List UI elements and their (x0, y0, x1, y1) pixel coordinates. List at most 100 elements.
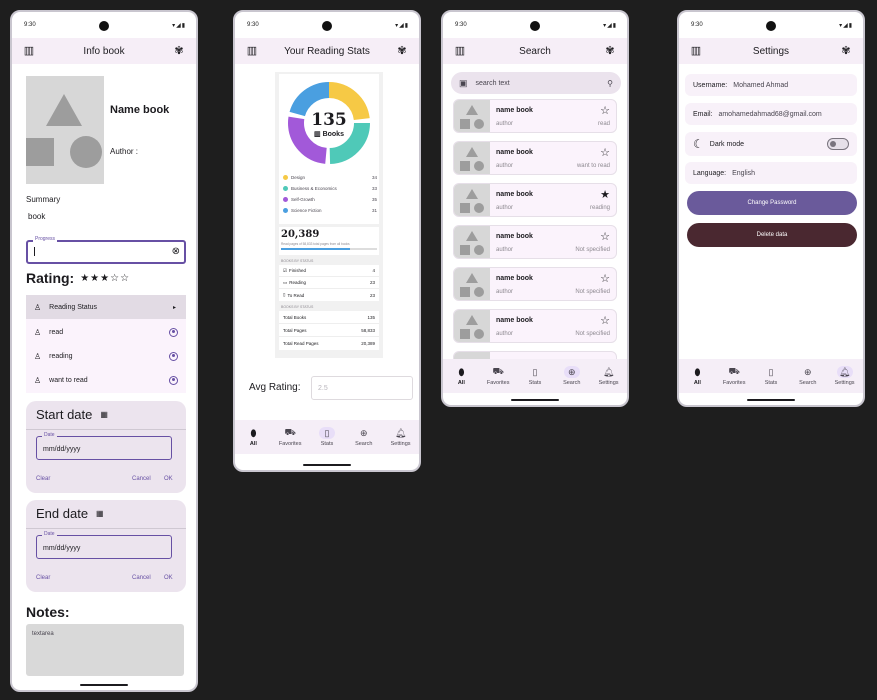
start-date-header: Start date ▦ (36, 407, 108, 422)
star-icon[interactable]: ☆ (600, 146, 610, 159)
clear-button[interactable]: Clear (36, 476, 50, 482)
book-card[interactable]: name book author ☆ Not specified (453, 309, 617, 343)
end-date-input[interactable]: Date mm/dd/yyyy (36, 531, 172, 559)
progress-field[interactable]: Progress ⊗ (26, 236, 186, 264)
page-title: Settings (752, 45, 790, 57)
status-time: 9:30 (691, 22, 703, 28)
legend-value: 34 (371, 175, 377, 180)
star-icon[interactable]: ★ (600, 188, 610, 201)
thumb-square (460, 119, 470, 129)
avg-rating-input[interactable]: 2.5 (311, 376, 413, 400)
moon-icon: ☾ (693, 137, 704, 151)
nav-search[interactable]: ⊕ Search (555, 366, 589, 386)
nav-settings[interactable]: 🔔︎ Settings (384, 427, 418, 448)
book-card[interactable]: name book author ★ reading (453, 183, 617, 217)
signal-icons: ▾◢▮ (839, 23, 853, 29)
status-time: 9:30 (24, 22, 36, 28)
top-app-bar: ▥ Your Reading Stats ✾ (235, 38, 419, 64)
legend-value: 31 (371, 208, 377, 213)
option-want-to-read[interactable]: ♙ want to read (26, 373, 186, 387)
totals-header: BOOKS BY STATUS (281, 305, 314, 309)
end-date-title: End date (36, 506, 89, 521)
thumb-triangle (466, 147, 478, 157)
book-card[interactable]: name book author ☆ want to read (453, 141, 617, 175)
username-label: Username: (693, 81, 728, 89)
nav-favorites[interactable]: ⛟ Favorites (717, 366, 751, 386)
option-reading[interactable]: ♙ reading (26, 349, 186, 363)
rating-row: Rating: ★★★☆☆ (26, 270, 130, 286)
radio-icon[interactable] (169, 351, 178, 361)
butterfly-icon[interactable]: ✾ (839, 44, 853, 58)
radio-icon[interactable] (169, 375, 178, 385)
star-icon[interactable]: ☆ (600, 104, 610, 117)
pages-progress-fill (281, 248, 351, 250)
book-card[interactable]: name book author ☆ read (453, 99, 617, 133)
nav-stats[interactable]: ▯ Stats (518, 366, 552, 387)
page-title: Search (519, 45, 551, 57)
clear-button[interactable]: Clear (36, 575, 50, 581)
thumb-triangle (466, 189, 478, 199)
start-date-input[interactable]: Date mm/dd/yyyy (36, 432, 172, 460)
qr-scan-icon[interactable]: ▣ (459, 78, 468, 89)
nav-all[interactable]: ⬮ All (680, 366, 714, 387)
nav-stats[interactable]: ▯ Stats (754, 366, 788, 387)
nav-settings[interactable]: 🔔︎ Settings (828, 366, 862, 386)
reading-status-dropdown[interactable]: ♙ Reading Status ▸ (26, 295, 186, 319)
legend-item: Self-Growth 35 (283, 194, 377, 205)
book-card[interactable]: name book author ☆ Not specified (453, 225, 617, 259)
nav-favorites[interactable]: ⛟ Favorites (481, 366, 515, 386)
radio-icon[interactable] (169, 327, 178, 337)
book-icon[interactable]: ▥ (245, 44, 259, 58)
cancel-button[interactable]: Cancel (132, 575, 151, 581)
star-icon[interactable]: ☆ (600, 272, 610, 285)
book-thumbnail (454, 268, 490, 300)
butterfly-icon[interactable]: ✾ (172, 44, 186, 58)
change-password-button[interactable]: Change Password (687, 191, 857, 215)
book-icon[interactable]: ▥ (689, 44, 703, 58)
summary-label: Summary (26, 195, 61, 204)
search-icon[interactable]: ⚲ (607, 79, 613, 88)
nav-favorites[interactable]: ⛟ Favorites (273, 427, 307, 447)
calendar-icon[interactable]: ▦ (96, 509, 104, 518)
nav-all[interactable]: ⬮ All (444, 366, 478, 387)
rating-stars[interactable]: ★★★☆☆ (80, 273, 130, 284)
book-card[interactable]: name book author ☆ Not specified (453, 267, 617, 301)
thumb-circle (474, 287, 484, 297)
nav-settings[interactable]: 🔔︎ Settings (592, 366, 626, 387)
dark-mode-toggle[interactable] (827, 138, 849, 150)
bottom-navigation: ⬮ All ⛟ Favorites ▯ Stats ⊕ Search 🔔︎ Setting… (679, 359, 863, 393)
legend-item: Design 34 (283, 172, 377, 183)
nav-search[interactable]: ⊕ Search (791, 366, 825, 387)
book-icon[interactable]: ▥ (22, 44, 36, 58)
nav-stats[interactable]: ▯ Stats (310, 427, 344, 447)
legend-name: Design (291, 175, 306, 180)
nav-search[interactable]: ⊕ Search (347, 427, 381, 448)
status-row: ☑ Finished 4 (279, 265, 379, 277)
avg-rating-label: Avg Rating: (249, 382, 301, 393)
home-indicator (80, 684, 128, 686)
notes-textarea[interactable]: textarea (26, 624, 184, 676)
butterfly-icon[interactable]: ✾ (395, 44, 409, 58)
clear-circle-icon[interactable]: ⊗ (172, 246, 180, 257)
dark-mode-row: ☾ Dark mode (685, 132, 857, 156)
legend-value: 35 (371, 197, 377, 202)
ok-button[interactable]: OK (164, 575, 173, 581)
search-bar[interactable]: ▣ search text ⚲ (451, 72, 621, 94)
delete-data-button[interactable]: Delete data (687, 223, 857, 247)
option-read[interactable]: ♙ read (26, 325, 186, 339)
nav-label: Settings (390, 441, 411, 447)
calendar-icon[interactable]: ▦ (100, 410, 108, 419)
butterfly-icon[interactable]: ✾ (603, 44, 617, 58)
circle-shape (70, 136, 102, 168)
book-author: author (496, 121, 514, 127)
search-input[interactable]: search text (476, 80, 608, 87)
cancel-button[interactable]: Cancel (132, 476, 151, 482)
thumb-triangle (466, 315, 478, 325)
ok-button[interactable]: OK (164, 476, 173, 482)
end-date-header: End date ▦ (36, 506, 104, 521)
legend-swatch (283, 175, 288, 180)
nav-all[interactable]: ⬮ All (236, 427, 270, 448)
book-icon[interactable]: ▥ (453, 44, 467, 58)
star-icon[interactable]: ☆ (600, 230, 610, 243)
star-icon[interactable]: ☆ (600, 314, 610, 327)
